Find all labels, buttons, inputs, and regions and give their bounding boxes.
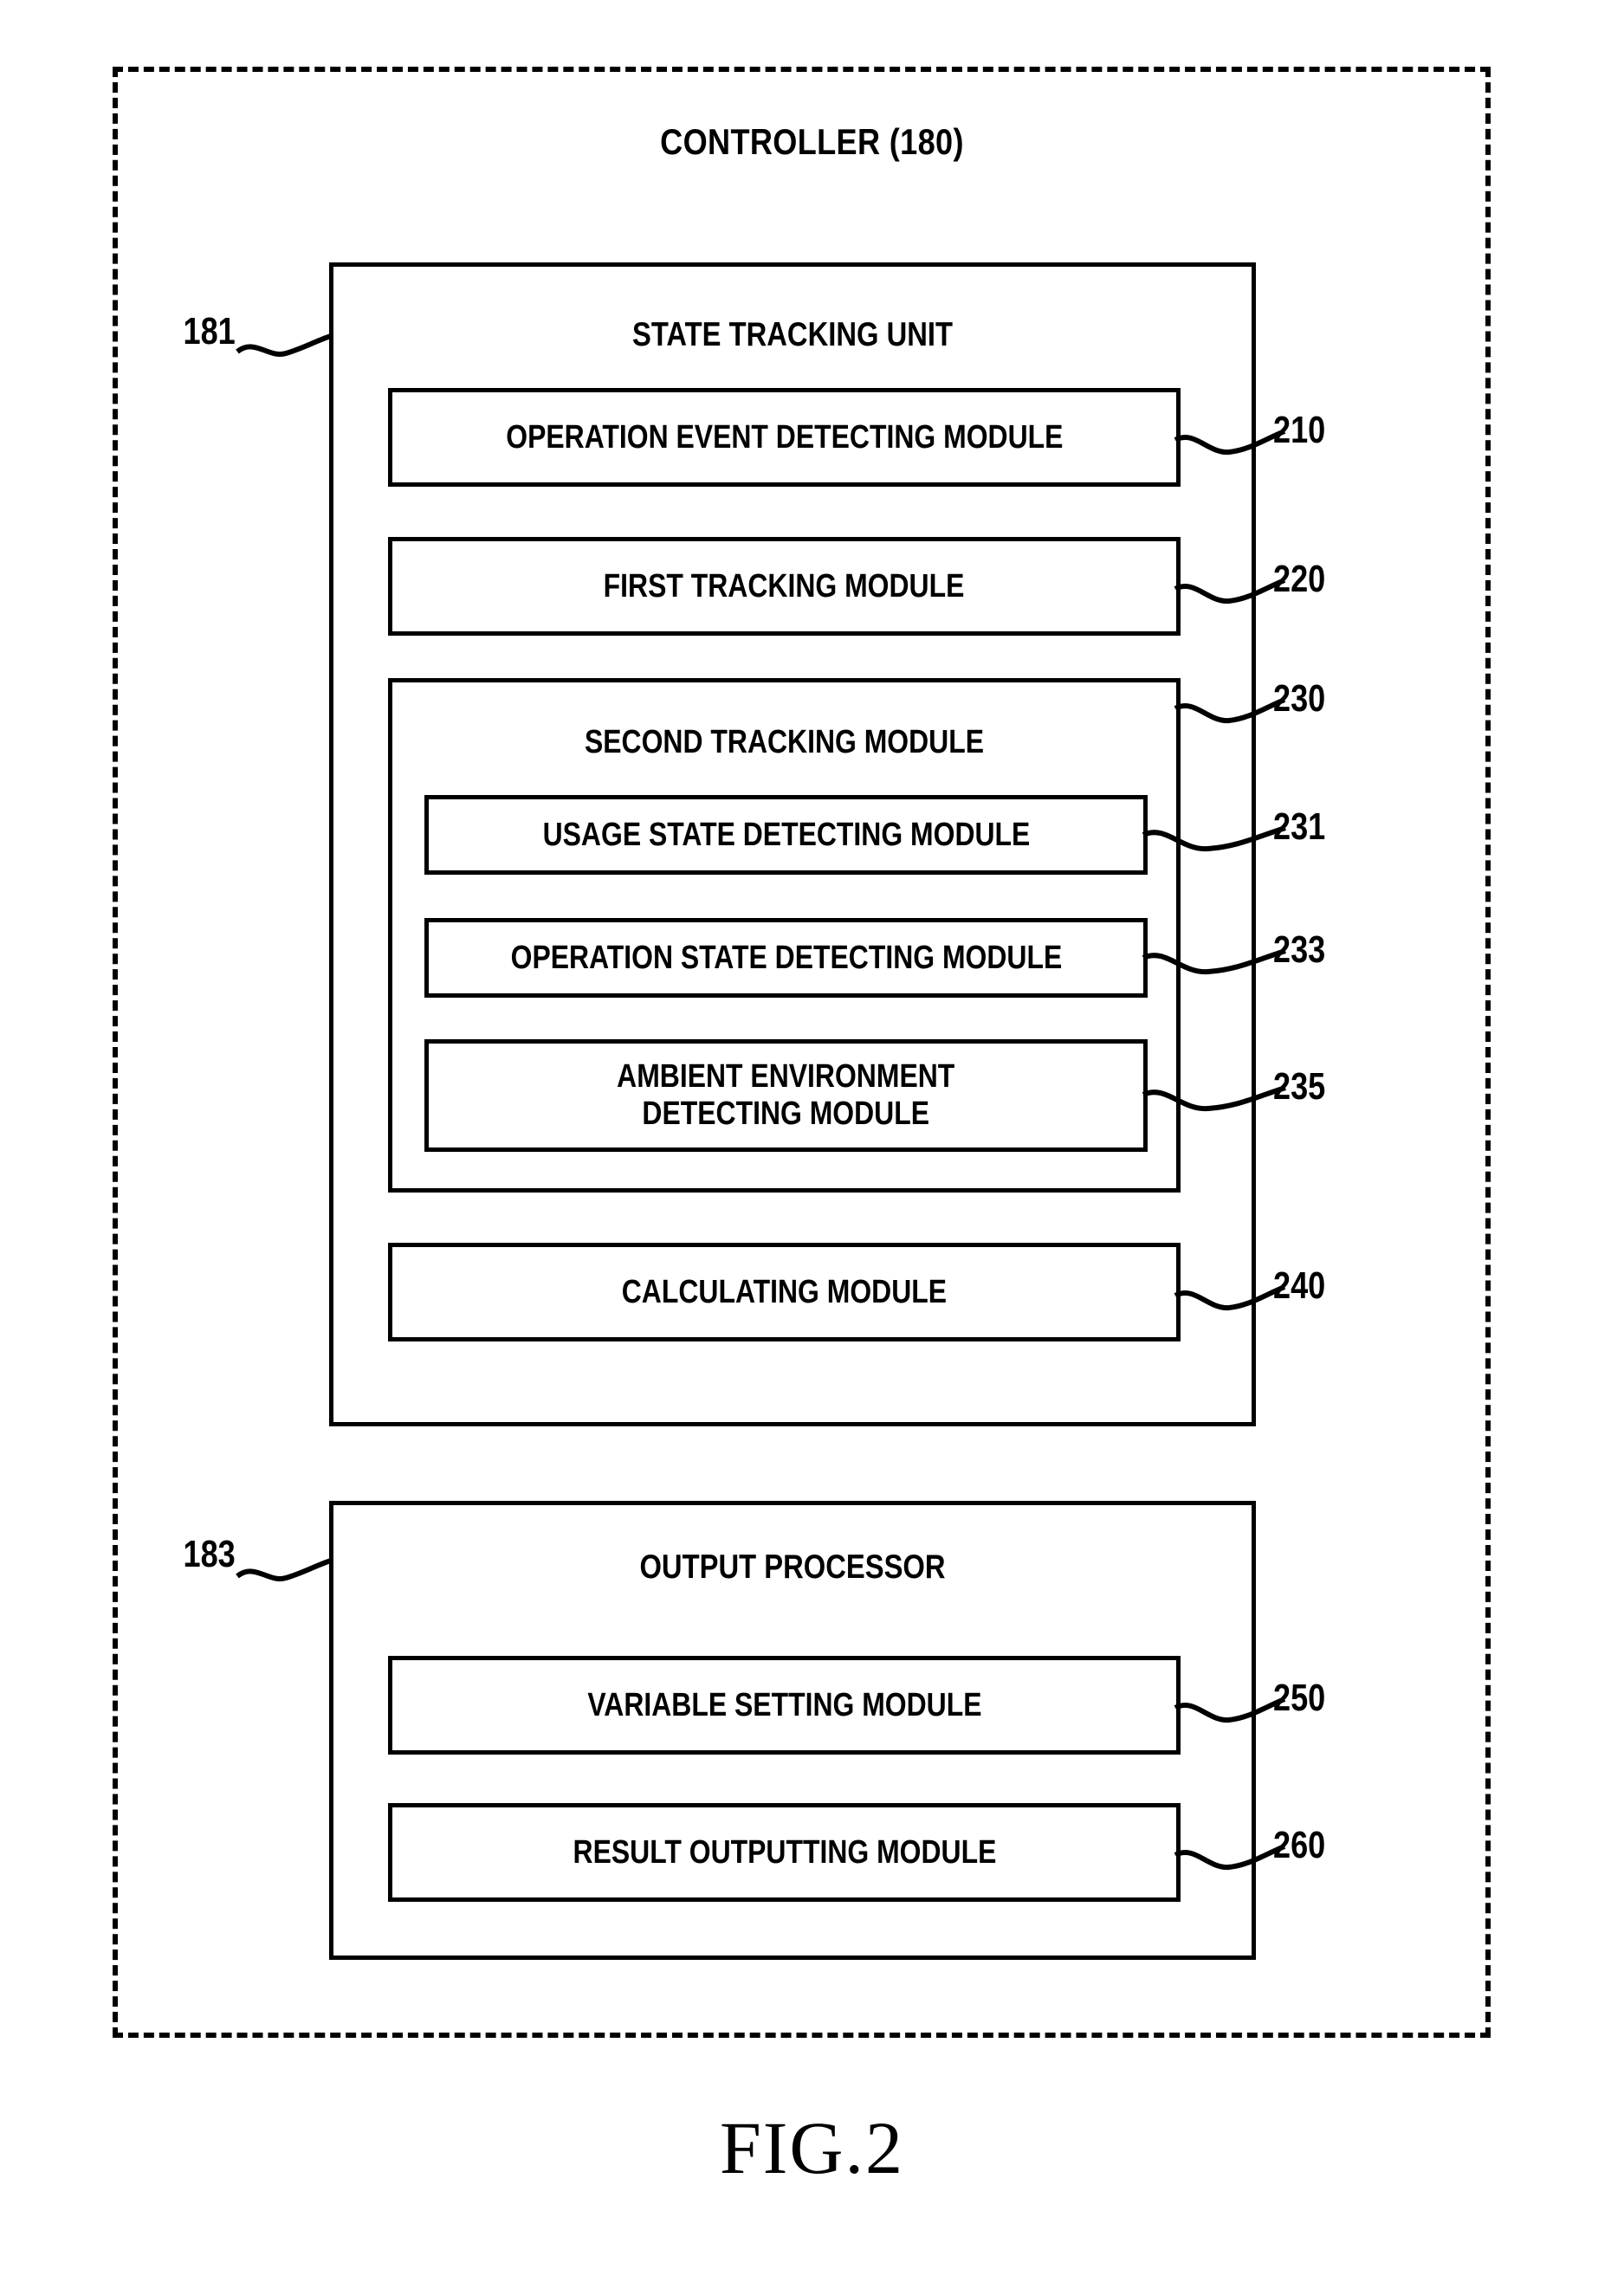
controller-title: CONTROLLER (180) bbox=[660, 121, 964, 162]
module-operation-event-detecting: OPERATION EVENT DETECTING MODULE bbox=[388, 388, 1184, 490]
ref-numeral-181: 181 bbox=[183, 310, 236, 352]
module-second-tracking-label: SECOND TRACKING MODULE bbox=[584, 724, 985, 760]
ref-numeral-260: 260 bbox=[1273, 1824, 1326, 1866]
ref-numeral-183: 183 bbox=[183, 1533, 236, 1575]
ref-numeral-210: 210 bbox=[1273, 409, 1326, 451]
module-operation-state-detecting: OPERATION STATE DETECTING MODULE bbox=[424, 918, 1151, 1001]
patent-figure: CONTROLLER (180) STATE TRACKING UNIT 181… bbox=[0, 0, 1624, 2282]
module-usage-state-detecting: USAGE STATE DETECTING MODULE bbox=[424, 795, 1151, 878]
module-variable-setting-label: VARIABLE SETTING MODULE bbox=[586, 1686, 982, 1723]
output-processor-title: OUTPUT PROCESSOR bbox=[639, 1548, 946, 1586]
ref-numeral-250: 250 bbox=[1273, 1677, 1326, 1719]
module-operation-event-detecting-label: OPERATION EVENT DETECTING MODULE bbox=[505, 418, 1064, 456]
state-tracking-unit-title: STATE TRACKING UNIT bbox=[631, 316, 954, 353]
figure-caption: FIG.2 bbox=[719, 2106, 905, 2189]
module-operation-state-detecting-label: OPERATION STATE DETECTING MODULE bbox=[510, 939, 1062, 976]
ref-numeral-230: 230 bbox=[1273, 677, 1326, 720]
ref-numeral-220: 220 bbox=[1273, 558, 1326, 600]
ref-numeral-240: 240 bbox=[1273, 1264, 1326, 1307]
module-calculating-label: CALCULATING MODULE bbox=[621, 1273, 948, 1310]
module-ambient-environment-detecting-label: AMBIENT ENVIRONMENT DETECTING MODULE bbox=[617, 1057, 955, 1132]
module-variable-setting: VARIABLE SETTING MODULE bbox=[388, 1656, 1184, 1758]
module-usage-state-detecting-label: USAGE STATE DETECTING MODULE bbox=[542, 816, 1030, 853]
ref-numeral-233: 233 bbox=[1273, 928, 1326, 971]
module-result-outputting: RESULT OUTPUTTING MODULE bbox=[388, 1803, 1184, 1905]
module-first-tracking-label: FIRST TRACKING MODULE bbox=[604, 567, 965, 604]
module-ambient-environment-detecting: AMBIENT ENVIRONMENT DETECTING MODULE bbox=[424, 1039, 1151, 1155]
module-result-outputting-label: RESULT OUTPUTTING MODULE bbox=[573, 1833, 996, 1871]
module-calculating: CALCULATING MODULE bbox=[388, 1243, 1184, 1345]
ref-numeral-235: 235 bbox=[1273, 1065, 1326, 1108]
module-first-tracking: FIRST TRACKING MODULE bbox=[388, 537, 1184, 639]
ref-numeral-231: 231 bbox=[1273, 805, 1326, 848]
